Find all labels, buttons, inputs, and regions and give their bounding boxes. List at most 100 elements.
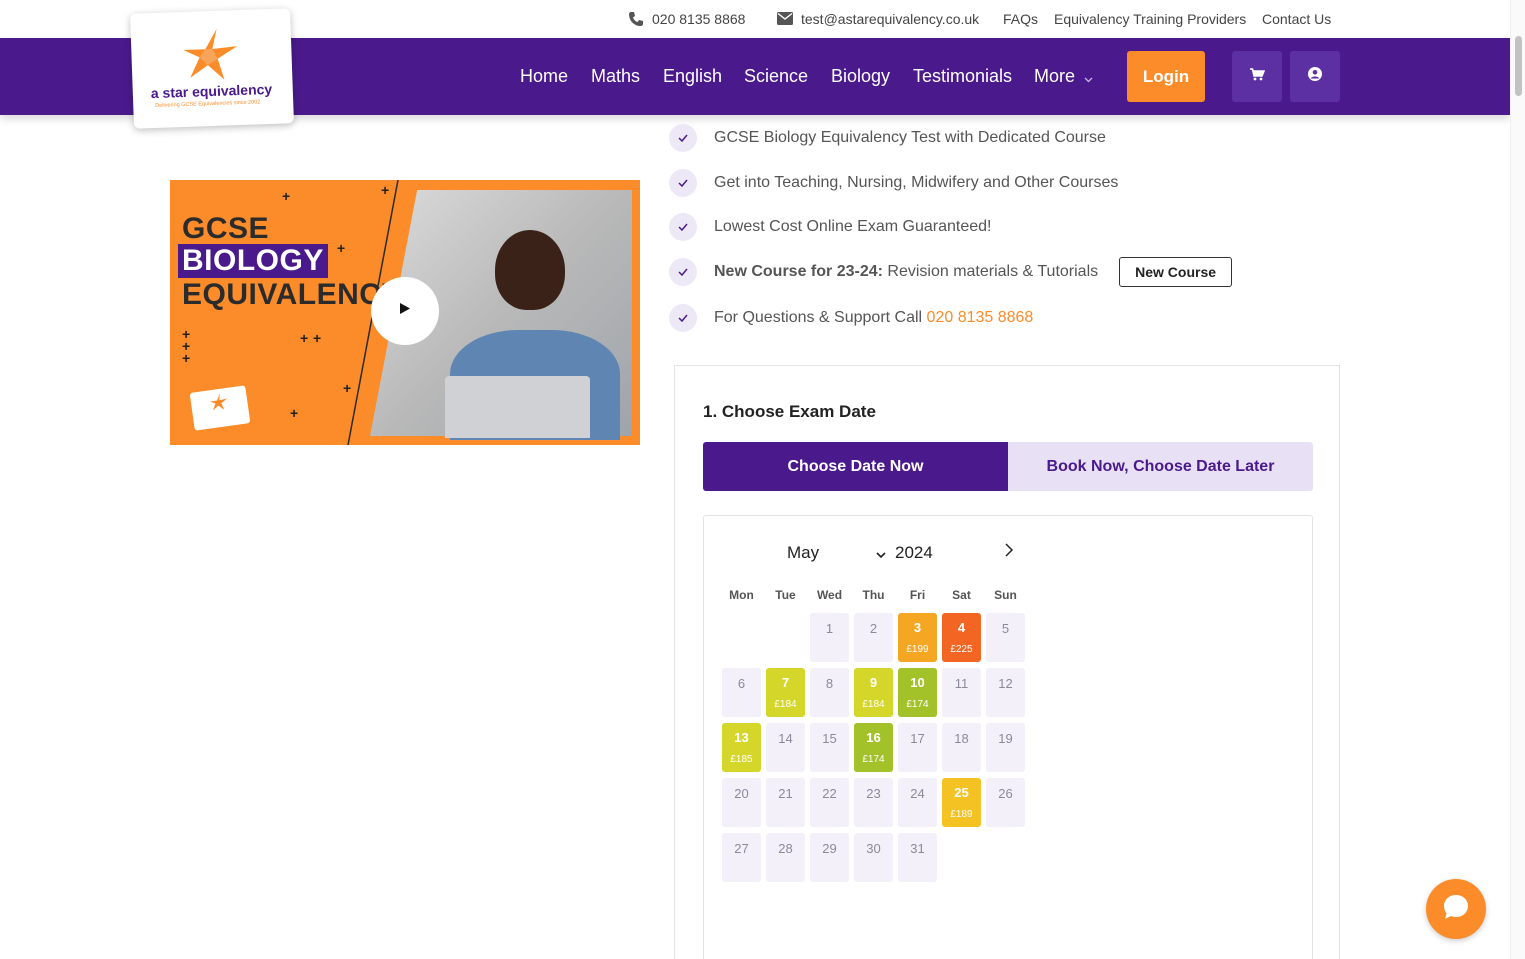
scrollbar-thumb[interactable] [1515,36,1522,96]
play-button[interactable] [371,277,439,345]
day-number: 4 [957,620,966,635]
video-title-line1: GCSE [182,212,270,245]
exam-date-calendar: May 2024 Mon Tue Wed Thu Fri Sat Sun 1 2 3 £199 4 £… [703,515,1313,959]
day-number: 7 [781,675,790,690]
top-phone-link[interactable]: 020 8135 8868 [628,11,745,30]
day-number: 14 [778,731,793,746]
site-logo[interactable]: a star equivalency Delivering GCSE Equiv… [130,8,294,129]
year-select[interactable]: 2024 [895,543,933,563]
day-number: 23 [866,786,881,801]
day-number: 2 [869,621,878,636]
nav-english[interactable]: English [663,66,722,87]
calendar-day[interactable]: 4 £225 [942,613,981,662]
calendar-day: 11 [942,668,981,717]
day-price: £189 [950,809,973,820]
check-icon [669,169,697,197]
check-icon [669,124,697,152]
top-link-faqs[interactable]: FAQs [1003,11,1038,27]
calendar-day[interactable]: 3 £199 [898,613,937,662]
weekday-label: Mon [729,588,754,602]
day-number: 9 [869,675,878,690]
mini-logo-badge [189,385,251,431]
calendar-day: 21 [766,778,805,827]
calendar-day: 17 [898,723,937,772]
day-number: 21 [778,786,793,801]
day-number: 20 [734,786,749,801]
nav-maths[interactable]: Maths [591,66,640,87]
plus-decoration: + [182,350,191,366]
laptop-shape [445,376,590,438]
top-link-training-providers[interactable]: Equivalency Training Providers [1054,11,1246,27]
calendar-day: 27 [722,833,761,882]
student-hair [495,230,565,310]
star-logo-icon [181,26,243,88]
feature-item: Lowest Cost Online Exam Guaranteed! [669,213,991,241]
nav-testimonials[interactable]: Testimonials [913,66,1012,87]
calendar-day: 1 [810,613,849,662]
day-number: 6 [737,676,746,691]
calendar-day: 30 [854,833,893,882]
calendar-day[interactable]: 10 £174 [898,668,937,717]
day-price: £185 [730,754,753,765]
calendar-day: 18 [942,723,981,772]
day-number: 10 [910,675,925,690]
top-link-contact[interactable]: Contact Us [1262,11,1331,27]
calendar-day: 24 [898,778,937,827]
logo-brand-name: a star equivalency [150,80,273,102]
video-thumbnail[interactable]: GCSE BIOLOGY EQUIVALENCY + + + + + + + +… [170,180,640,445]
calendar-day[interactable]: 9 £184 [854,668,893,717]
nav-home[interactable]: Home [520,66,568,87]
user-account-button[interactable] [1290,51,1340,102]
top-email-link[interactable]: test@astarequivalency.co.uk [777,11,979,28]
tab-choose-date-now[interactable]: Choose Date Now [703,442,1008,491]
chat-bubble-icon [1442,893,1470,926]
day-number: 25 [954,785,969,800]
calendar-day: 12 [986,668,1025,717]
booking-step-title: 1. Choose Exam Date [703,402,876,421]
nav-biology[interactable]: Biology [831,66,890,87]
logo-tagline: Delivering GCSE Equivalencies since 2002 [155,99,261,110]
month-select[interactable]: May [787,543,819,563]
day-number: 29 [822,841,837,856]
plus-decoration: + [290,405,299,421]
page-scrollbar[interactable] [1510,0,1525,959]
day-price: £225 [950,644,973,655]
play-icon [399,302,411,320]
calendar-day: 23 [854,778,893,827]
calendar-day[interactable]: 7 £184 [766,668,805,717]
weekday-label: Sat [952,588,971,602]
check-icon [669,258,697,286]
day-number: 19 [998,731,1013,746]
nav-more[interactable]: More [1034,66,1093,88]
tab-choose-date-later[interactable]: Book Now, Choose Date Later [1008,442,1313,491]
calendar-day[interactable]: 25 £189 [942,778,981,827]
day-number: 28 [778,841,793,856]
cart-icon [1249,67,1265,86]
new-course-button[interactable]: New Course [1119,257,1233,287]
day-price: £184 [774,699,797,710]
day-price: £184 [862,699,885,710]
plus-decoration: + [343,380,352,396]
day-price: £199 [906,644,929,655]
chat-button[interactable] [1426,879,1486,939]
plus-decoration: + [313,330,322,346]
login-button[interactable]: Login [1127,51,1205,102]
date-mode-tabs: Choose Date Now Book Now, Choose Date La… [703,442,1313,491]
calendar-day: 22 [810,778,849,827]
day-price: £174 [862,754,885,765]
calendar-day: 14 [766,723,805,772]
check-icon [669,213,697,241]
nav-science[interactable]: Science [744,66,808,87]
day-number: 3 [913,620,922,635]
plus-decoration: + [337,240,346,256]
chevron-down-icon[interactable] [876,546,886,564]
calendar-day[interactable]: 16 £174 [854,723,893,772]
next-month-button[interactable] [1004,543,1014,562]
video-title-line3: EQUIVALENCY [182,278,402,311]
support-phone-link[interactable]: 020 8135 8868 [927,309,1034,326]
calendar-day[interactable]: 13 £185 [722,723,761,772]
feature-item: New Course for 23-24: Revision materials… [669,257,1233,287]
booking-panel: 1. Choose Exam Date Choose Date Now Book… [674,365,1340,959]
cart-button[interactable] [1232,51,1282,102]
feature-item: GCSE Biology Equivalency Test with Dedic… [669,124,1106,152]
